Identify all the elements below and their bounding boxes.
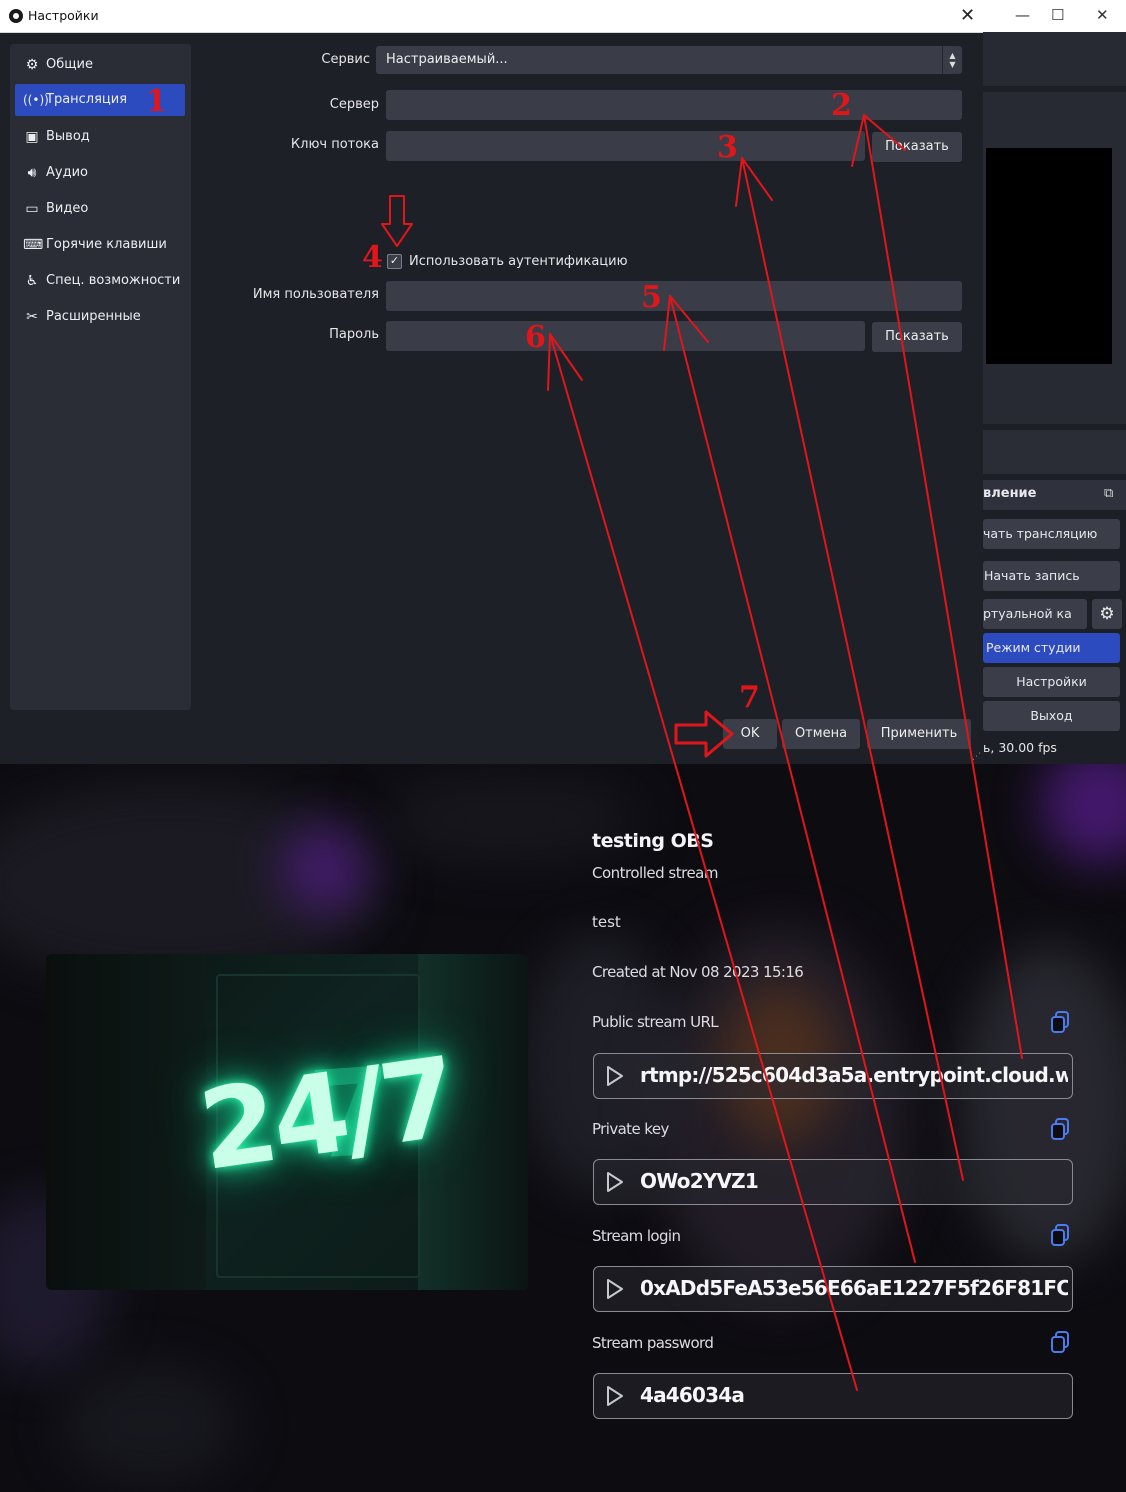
output-icon: ▣ (25, 129, 39, 145)
obs-dock-strip (983, 430, 1126, 474)
close-main-icon[interactable]: ✕ (1096, 6, 1109, 24)
annotation-number-2: 2 (831, 88, 852, 123)
public-url-value: rtmp://525c604d3a5a.entrypoint.cloud.wow… (640, 1063, 1068, 1087)
annotation-number-1: 1 (146, 84, 167, 119)
annotation-number-6: 6 (525, 320, 546, 355)
stream-key-label: Ключ потока (290, 137, 379, 152)
stream-password-label: Stream password (592, 1334, 714, 1352)
service-label: Сервис (321, 52, 370, 67)
monitor-icon: ▭ (25, 201, 39, 217)
obs-settings-button[interactable]: Настройки (983, 667, 1120, 697)
start-recording-button[interactable]: Начать запись (983, 561, 1120, 591)
antenna-icon: ((•)) (23, 93, 49, 107)
server-label: Сервер (329, 97, 379, 112)
sidebar-item-accessibility[interactable]: ♿︎ Спец. возможности (15, 265, 185, 297)
controls-dock-title: вление (983, 486, 1037, 501)
play-icon[interactable] (604, 1170, 626, 1194)
stream-created: Created at Nov 08 2023 15:16 (592, 963, 804, 981)
virtual-camera-gear-icon[interactable]: ⚙ (1092, 599, 1122, 629)
apply-button[interactable]: Применить (867, 719, 971, 749)
sidebar-item-label: Расширенные (46, 309, 141, 324)
close-icon[interactable]: ✕ (960, 5, 975, 26)
annotation-number-5: 5 (641, 280, 662, 315)
play-icon[interactable] (604, 1277, 626, 1301)
use-auth-label: Использовать аутентификацию (409, 254, 628, 269)
fps-status: ь, 30.00 fps (983, 740, 1057, 755)
annotation-number-7: 7 (739, 680, 760, 715)
settings-titlebar: Настройки ✕ (0, 0, 983, 33)
private-key-value: OWo2YVZ1 (640, 1169, 759, 1193)
stream-login-value: 0xADd5FeA53e56E66aE1227F5f26F81FC7C8 (640, 1276, 1068, 1300)
password-input[interactable] (386, 321, 865, 351)
sidebar-item-label: Горячие клавиши (46, 237, 167, 252)
sidebar-item-output[interactable]: ▣ Вывод (15, 121, 185, 153)
stream-login-label: Stream login (592, 1227, 681, 1245)
select-arrows-icon: ▲ ▼ (942, 46, 962, 74)
play-icon[interactable] (604, 1064, 626, 1088)
sidebar-item-label: Вывод (46, 129, 90, 144)
virtual-camera-button[interactable]: ртуальной ка (983, 599, 1087, 629)
sidebar-item-audio[interactable]: 🔊︎ Аудио (15, 157, 185, 189)
studio-mode-button[interactable]: Режим студии (983, 633, 1120, 663)
service-value: Настраиваемый... (386, 52, 508, 67)
resize-grip-icon[interactable]: ⋰ (972, 752, 981, 762)
sidebar-item-label: Аудио (46, 165, 88, 180)
minimize-icon[interactable]: — (1015, 6, 1030, 24)
stream-password-field[interactable]: 4a46034a (593, 1373, 1073, 1419)
undock-icon[interactable]: ⧉ (1104, 486, 1120, 501)
server-input[interactable] (386, 90, 962, 120)
start-streaming-button[interactable]: чать трансляцию (983, 519, 1120, 549)
public-url-field[interactable]: rtmp://525c604d3a5a.entrypoint.cloud.wow… (593, 1053, 1073, 1099)
stream-title: testing OBS (592, 830, 714, 852)
ok-button[interactable]: OK (723, 719, 777, 749)
sidebar-item-hotkeys[interactable]: ⌨ Горячие клавиши (15, 229, 185, 261)
stream-description: test (592, 913, 621, 931)
sidebar-item-general[interactable]: ⚙ Общие (15, 49, 185, 81)
show-stream-key-button[interactable]: Показать (872, 132, 962, 162)
cancel-button[interactable]: Отмена (782, 719, 860, 749)
obs-toolbar-strip (983, 32, 1126, 86)
maximize-icon[interactable]: ☐ (1051, 6, 1064, 24)
copy-icon[interactable] (1050, 1118, 1070, 1140)
stream-login-field[interactable]: 0xADd5FeA53e56E66aE1227F5f26F81FC7C8 (593, 1266, 1073, 1312)
copy-icon[interactable] (1050, 1224, 1070, 1246)
tools-icon: ✂︎ (26, 309, 38, 325)
obs-logo-icon (9, 9, 23, 23)
sidebar-item-advanced[interactable]: ✂︎ Расширенные (15, 301, 185, 333)
settings-sidebar: ⚙ Общие ((•)) Трансляция ▣ Вывод 🔊︎ Ауди… (10, 44, 191, 710)
sidebar-item-label: Видео (46, 201, 89, 216)
sidebar-item-video[interactable]: ▭ Видео (15, 193, 185, 225)
username-label: Имя пользователя (252, 287, 379, 302)
play-icon[interactable] (604, 1384, 626, 1408)
accessibility-icon: ♿︎ (25, 273, 39, 289)
sidebar-item-label: Спец. возможности (46, 273, 181, 288)
sidebar-item-label: Трансляция (46, 92, 128, 107)
keyboard-icon: ⌨ (23, 237, 44, 253)
speaker-icon: 🔊︎ (27, 165, 37, 181)
obs-main-titlebar: — ☐ ✕ (983, 0, 1126, 32)
gear-icon: ⚙ (25, 57, 39, 73)
private-key-field[interactable]: OWo2YVZ1 (593, 1159, 1073, 1205)
exit-button[interactable]: Выход (983, 701, 1120, 731)
copy-icon[interactable] (1050, 1331, 1070, 1353)
service-select[interactable]: Настраиваемый... ▲ ▼ (376, 46, 962, 74)
public-url-label: Public stream URL (592, 1013, 719, 1031)
obs-preview-canvas (986, 148, 1112, 364)
stream-subtitle: Controlled stream (592, 864, 718, 882)
stream-password-value: 4a46034a (640, 1383, 745, 1407)
annotation-number-3: 3 (717, 130, 738, 165)
sidebar-item-label: Общие (46, 57, 93, 72)
settings-title: Настройки (28, 8, 99, 23)
stream-key-input[interactable] (386, 131, 865, 161)
username-input[interactable] (386, 281, 962, 311)
use-auth-checkbox[interactable]: ✓ (387, 254, 402, 269)
password-label: Пароль (329, 327, 379, 342)
copy-icon[interactable] (1050, 1011, 1070, 1033)
private-key-label: Private key (592, 1120, 669, 1138)
show-password-button[interactable]: Показать (872, 322, 962, 352)
annotation-number-4: 4 (362, 240, 383, 275)
